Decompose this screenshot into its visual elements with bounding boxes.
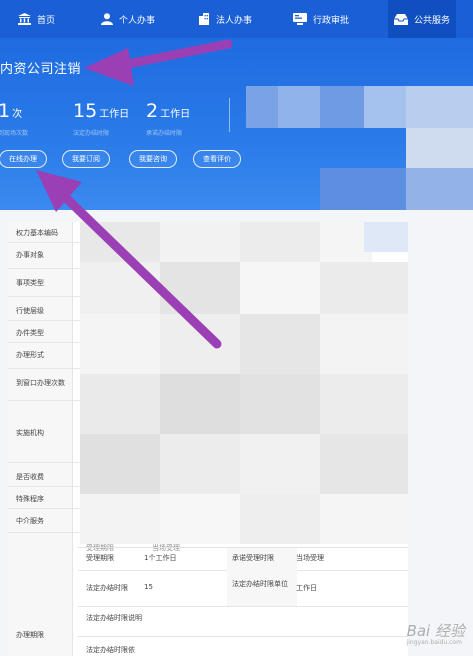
mosaic-block xyxy=(240,222,320,262)
stat-legal-limit-number: 15 xyxy=(73,100,98,122)
sub-key: 法定办结时限单位 xyxy=(232,580,288,588)
mosaic-block xyxy=(240,434,320,494)
sub-key: 承诺受理时限 xyxy=(232,554,274,562)
top-nav: 首页 个人办事 法人办事 行政审批 公共服务 xyxy=(0,0,473,38)
mosaic-block xyxy=(406,86,473,128)
stat-legal-limit: 15 工作日 法定办结时限 xyxy=(73,100,130,137)
stat-visits-label: 到现场次数 xyxy=(0,130,29,137)
row-label: 实施机构 xyxy=(16,429,44,437)
mosaic-block xyxy=(320,434,408,494)
mosaic-block xyxy=(320,494,408,544)
nav-corporate-label: 法人办事 xyxy=(216,15,253,26)
nav-personal[interactable]: 个人办事 xyxy=(101,0,155,38)
row-label: 办件类型 xyxy=(16,329,44,337)
person-icon xyxy=(101,13,113,25)
mosaic-block xyxy=(160,434,240,494)
sub-value: 工作日 xyxy=(296,584,317,592)
row-label: 办理形式 xyxy=(16,351,44,359)
row-label: 事项类型 xyxy=(16,279,44,287)
mosaic-block xyxy=(364,222,408,252)
mosaic-block xyxy=(320,314,408,374)
row-label: 行使层级 xyxy=(16,307,44,315)
deadline-subtable xyxy=(78,547,408,657)
view-rating-button[interactable]: 查看评价 xyxy=(193,150,241,168)
mosaic-block xyxy=(160,494,240,544)
mosaic-block xyxy=(80,494,160,544)
sub-key: 法定办结时限 xyxy=(86,584,128,592)
sub-key: 法定办结时限依 xyxy=(86,646,135,654)
sub-value: 1个工作日 xyxy=(144,554,177,562)
subscribe-button[interactable]: 我要订阅 xyxy=(62,150,110,168)
bank-icon xyxy=(18,13,31,25)
nav-home-label: 首页 xyxy=(37,15,56,26)
building-icon xyxy=(199,13,209,25)
nav-public-service-label: 公共服务 xyxy=(414,15,451,26)
page-title: 内资公司注销 xyxy=(0,62,82,77)
watermark-sub: jingyan.baidu.com xyxy=(406,639,462,646)
sub-value: 当场受理 xyxy=(296,554,324,562)
row-label: 到窗口办理次数 xyxy=(16,379,65,387)
stat-legal-limit-label: 法定办结时限 xyxy=(73,130,110,137)
row-label: 办理期限 xyxy=(16,631,44,639)
mosaic-block xyxy=(80,222,160,262)
service-hero: 内资公司注销 1次 到现场次数 15 工作日 法定办结时限 2 工作日 承诺办结时限… xyxy=(0,38,473,210)
mosaic-block xyxy=(240,494,320,544)
stat-promised-limit: 2 工作日 承诺办结时限 xyxy=(146,100,191,137)
approval-icon xyxy=(293,13,307,25)
stat-legal-limit-unit: 工作日 xyxy=(99,109,130,120)
sub-key: 受理期限 xyxy=(86,554,114,562)
mosaic-block xyxy=(406,128,473,168)
row-label: 特殊程序 xyxy=(16,495,44,503)
nav-approval[interactable]: 行政审批 xyxy=(293,0,349,38)
mosaic-block xyxy=(240,374,320,434)
watermark: Bai 经验 jingyan.baidu.com xyxy=(407,620,465,646)
mosaic-block xyxy=(80,314,160,374)
mosaic-block xyxy=(320,168,406,210)
mosaic-block xyxy=(160,374,240,434)
mosaic-block xyxy=(364,86,406,128)
row-label: 办事对象 xyxy=(16,251,44,259)
stat-promised-limit-number: 2 xyxy=(146,100,159,122)
detail-section: 权力基本编码 办事对象 事项类型 行使层级 办件类型 办理形式 到窗口办理次数 … xyxy=(0,210,473,656)
nav-personal-label: 个人办事 xyxy=(119,15,156,26)
mosaic-block xyxy=(246,86,278,128)
mosaic-block xyxy=(80,262,160,314)
mosaic-block xyxy=(80,374,160,434)
mosaic-block xyxy=(160,314,240,374)
mosaic-block xyxy=(160,262,240,314)
consult-button[interactable]: 我要咨询 xyxy=(129,150,177,168)
mosaic-block xyxy=(320,374,408,434)
row-label: 中介服务 xyxy=(16,517,44,525)
row-label: 是否收费 xyxy=(16,473,44,481)
nav-approval-label: 行政审批 xyxy=(313,15,350,26)
mosaic-block xyxy=(278,86,320,128)
sub-value: 15 xyxy=(144,583,153,591)
row-label: 权力基本编码 xyxy=(16,229,58,237)
online-handle-button[interactable]: 在线办理 xyxy=(0,150,47,168)
mosaic-block xyxy=(160,222,240,262)
stat-promised-limit-label: 承诺办结时限 xyxy=(146,130,183,137)
mosaic-block xyxy=(240,314,320,374)
mosaic-block xyxy=(406,168,473,210)
stat-promised-limit-unit: 工作日 xyxy=(160,109,191,120)
service-info-table: 权力基本编码 办事对象 事项类型 行使层级 办件类型 办理形式 到窗口办理次数 … xyxy=(8,222,408,656)
stat-visits-number: 1 xyxy=(0,100,11,122)
inbox-icon xyxy=(394,14,408,25)
mosaic-block xyxy=(320,86,364,128)
stat-visits-unit: 次 xyxy=(12,109,23,120)
mosaic-block xyxy=(80,434,160,494)
mosaic-block xyxy=(320,262,408,314)
watermark-main: Bai 经验 xyxy=(406,622,465,640)
nav-public-service[interactable]: 公共服务 xyxy=(388,0,457,38)
sub-key: 法定办结时限说明 xyxy=(86,614,142,622)
stat-visits: 1次 到现场次数 xyxy=(0,100,28,137)
nav-home[interactable]: 首页 xyxy=(18,0,55,38)
nav-corporate[interactable]: 法人办事 xyxy=(198,0,252,38)
mosaic-block xyxy=(240,262,320,314)
stats-divider xyxy=(229,98,230,132)
